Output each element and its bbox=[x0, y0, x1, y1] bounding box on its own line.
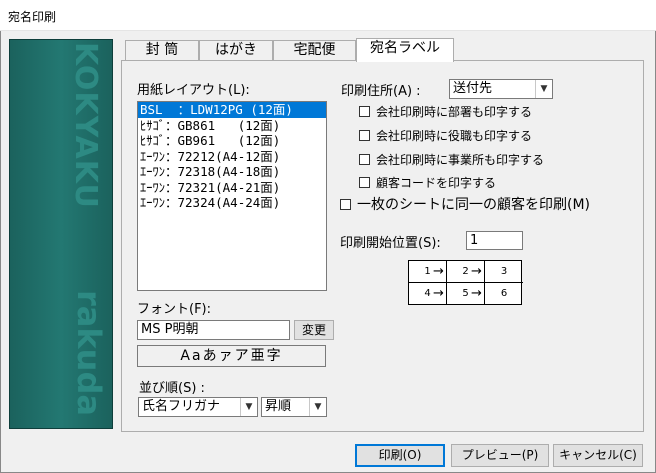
address-label: 印刷住所(A) : bbox=[341, 84, 421, 99]
sort-order-select[interactable]: 昇順 ▼ bbox=[261, 397, 327, 417]
tab-delivery[interactable]: 宅配便 bbox=[273, 40, 356, 61]
layout-list-item[interactable]: ﾋｻｺﾞ：GB961 (12面) bbox=[138, 133, 326, 149]
chevron-down-icon[interactable]: ▼ bbox=[535, 80, 552, 98]
layout-list-item[interactable]: ｴｰﾜﾝ：72318(A4-18面) bbox=[138, 164, 326, 180]
brand-logo-bottom: rakuda bbox=[70, 290, 108, 416]
same-customer-label: 一枚のシートに同一の顧客を印刷(M) bbox=[357, 197, 591, 213]
arrow-right-icon: → bbox=[433, 264, 444, 279]
address-select[interactable]: 送付先 ▼ bbox=[449, 79, 553, 99]
sort-field-value: 氏名フリガナ bbox=[142, 399, 221, 414]
layout-list-item[interactable]: ﾋｻｺﾞ：GB861 (12面) bbox=[138, 118, 326, 134]
option-title-label: 会社印刷時に役職も印字する bbox=[376, 129, 533, 143]
address-value: 送付先 bbox=[453, 81, 493, 96]
layout-list-item[interactable]: ｴｰﾜﾝ：72321(A4-21面) bbox=[138, 180, 326, 196]
tab-envelope[interactable]: 封 筒 bbox=[125, 40, 199, 61]
brand-sidebar: KOKYAKU rakuda bbox=[9, 39, 113, 429]
font-change-button[interactable]: 変更 bbox=[294, 320, 334, 340]
checkbox-icon[interactable] bbox=[359, 177, 370, 188]
option-title-checkbox[interactable]: 会社印刷時に役職も印字する bbox=[359, 127, 532, 144]
font-sample: Aaあァア亜字 bbox=[137, 345, 326, 367]
chevron-down-icon[interactable]: ▼ bbox=[309, 398, 326, 416]
grid-cell: 3 bbox=[485, 261, 523, 283]
checkbox-icon[interactable] bbox=[340, 198, 351, 210]
tab-address-label[interactable]: 宛名ラベル bbox=[356, 38, 454, 62]
sort-order-value: 昇順 bbox=[265, 399, 292, 414]
option-office-checkbox[interactable]: 会社印刷時に事業所も印字する bbox=[359, 151, 544, 168]
chevron-down-icon[interactable]: ▼ bbox=[240, 398, 257, 416]
option-office-label: 会社印刷時に事業所も印字する bbox=[376, 153, 545, 167]
brand-logo-top: KOKYAKU bbox=[68, 42, 103, 209]
option-department-label: 会社印刷時に部署も印字する bbox=[376, 105, 533, 119]
tab-postcard[interactable]: はがき bbox=[199, 40, 273, 61]
checkbox-icon[interactable] bbox=[359, 130, 370, 141]
arrow-right-icon: → bbox=[471, 286, 482, 301]
option-department-checkbox[interactable]: 会社印刷時に部署も印字する bbox=[359, 103, 532, 120]
layout-list-item[interactable]: ｴｰﾜﾝ：72324(A4-24面) bbox=[138, 195, 326, 211]
start-position-grid: 1 2 3 4 5 6 → → → → bbox=[408, 260, 523, 305]
option-customer-code-checkbox[interactable]: 顧客コードを印字する bbox=[359, 174, 496, 191]
sort-field-select[interactable]: 氏名フリガナ ▼ bbox=[138, 397, 258, 417]
font-field[interactable]: MS P明朝 bbox=[137, 320, 290, 340]
grid-cell: 6 bbox=[500, 288, 508, 299]
start-position-label: 印刷開始位置(S): bbox=[340, 236, 441, 251]
cancel-button[interactable]: キャンセル(C) bbox=[553, 444, 643, 467]
preview-button[interactable]: プレビュー(P) bbox=[451, 444, 549, 467]
start-position-field[interactable]: 1 bbox=[466, 231, 523, 250]
print-button[interactable]: 印刷(O) bbox=[355, 444, 445, 467]
sort-label: 並び順(S) : bbox=[139, 381, 205, 396]
same-customer-checkbox[interactable]: 一枚のシートに同一の顧客を印刷(M) bbox=[340, 194, 590, 214]
title-bar: 宛名印刷 bbox=[0, 0, 656, 31]
font-label: フォント(F): bbox=[137, 302, 212, 317]
window-title: 宛名印刷 bbox=[8, 10, 57, 24]
checkbox-icon[interactable] bbox=[359, 106, 370, 117]
layout-list-item[interactable]: BSL ：LDW12PG (12面) bbox=[138, 102, 326, 118]
arrow-right-icon: → bbox=[471, 264, 482, 279]
layout-label: 用紙レイアウト(L): bbox=[137, 83, 250, 98]
arrow-right-icon: → bbox=[433, 286, 444, 301]
layout-listbox[interactable]: BSL ：LDW12PG (12面) ﾋｻｺﾞ：GB861 (12面) ﾋｻｺﾞ… bbox=[137, 101, 327, 291]
checkbox-icon[interactable] bbox=[359, 154, 370, 165]
layout-list-item[interactable]: ｴｰﾜﾝ：72212(A4-12面) bbox=[138, 149, 326, 165]
option-customer-code-label: 顧客コードを印字する bbox=[376, 176, 497, 190]
